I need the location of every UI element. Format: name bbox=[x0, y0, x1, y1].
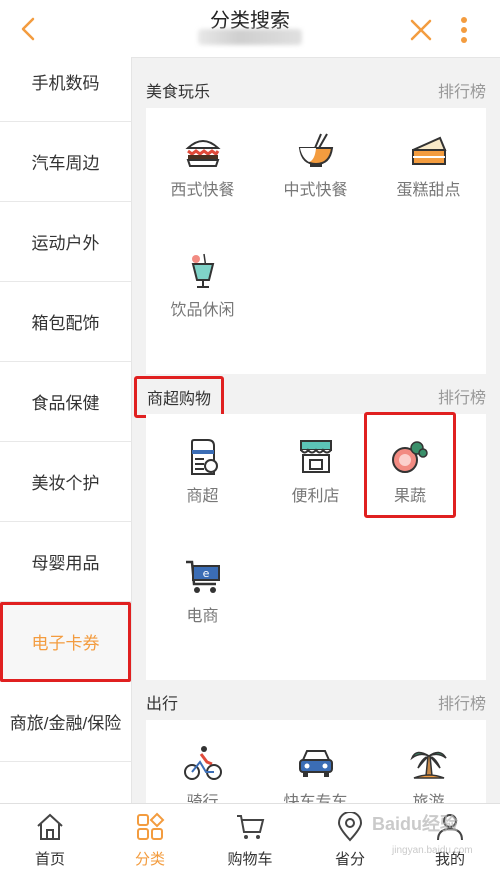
tab-label: 分类 bbox=[134, 851, 165, 868]
sidebar-item-phones[interactable]: 手机数码 bbox=[0, 42, 131, 122]
bicycle-icon bbox=[184, 746, 222, 780]
category-item-highlighted[interactable]: 果蔬 bbox=[364, 412, 456, 518]
section-title: 出行 bbox=[146, 696, 179, 713]
sidebar-item-label: 食品保健 bbox=[31, 394, 100, 413]
app-screen: { "header": { "title": "分类搜索", "back_ico… bbox=[0, 0, 500, 871]
more-vertical-icon[interactable] bbox=[454, 14, 474, 46]
section-title: 商超购物 bbox=[134, 376, 225, 418]
sidebar-item-ecards[interactable]: 电子卡券 bbox=[0, 602, 131, 682]
section-header: 美食玩乐 排行榜 bbox=[132, 66, 500, 110]
category-item[interactable]: 中式快餐 bbox=[259, 118, 372, 228]
svg-text:e: e bbox=[203, 567, 210, 580]
sidebar-item-label: 箱包配饰 bbox=[31, 314, 100, 333]
close-icon[interactable] bbox=[408, 17, 434, 43]
tab-category[interactable]: 分类 bbox=[100, 804, 200, 871]
category-label: 快车专车 bbox=[283, 794, 348, 803]
section-card: 商超 便利店 果蔬 e 电商 bbox=[146, 412, 486, 680]
ranking-link[interactable]: 排行榜 bbox=[438, 384, 486, 408]
category-icon bbox=[137, 812, 165, 840]
category-item[interactable]: 便利店 bbox=[259, 424, 372, 534]
category-label: 骑行 bbox=[186, 794, 219, 803]
sidebar-item-sports[interactable]: 运动户外 bbox=[0, 202, 131, 282]
watermark-url: jingyan.baidu.com bbox=[392, 845, 473, 856]
sidebar-item-beauty[interactable]: 美妆个护 bbox=[0, 442, 131, 522]
category-label: 蛋糕甜点 bbox=[396, 182, 461, 199]
section-title: 美食玩乐 bbox=[146, 84, 211, 101]
sidebar-item-label: 运动户外 bbox=[31, 234, 100, 253]
sidebar-item-baby[interactable]: 母婴用品 bbox=[0, 522, 131, 602]
shopping-cart-icon bbox=[237, 815, 265, 839]
tab-label: 首页 bbox=[34, 851, 65, 868]
store-icon bbox=[300, 440, 332, 473]
category-item[interactable]: 西式快餐 bbox=[146, 118, 259, 228]
category-label: 便利店 bbox=[291, 488, 340, 505]
category-label: 果蔬 bbox=[393, 488, 426, 505]
watermark: Baidu经验 bbox=[372, 814, 459, 834]
blurred-subtitle bbox=[198, 29, 302, 45]
category-label: 中式快餐 bbox=[283, 182, 348, 199]
category-item[interactable]: 旅游 bbox=[372, 730, 485, 803]
burger-icon bbox=[185, 140, 221, 167]
section-card: 西式快餐 中式快餐 蛋糕甜点 饮品休闲 bbox=[146, 108, 486, 374]
category-label: 饮品休闲 bbox=[170, 302, 235, 319]
car-icon bbox=[299, 750, 333, 777]
category-label: 旅游 bbox=[412, 794, 445, 803]
palm-tree-icon bbox=[410, 751, 447, 779]
fruit-vegetable-icon bbox=[392, 441, 428, 473]
tab-home[interactable]: 首页 bbox=[0, 804, 100, 871]
category-item[interactable]: 商超 bbox=[146, 424, 259, 534]
ranking-link[interactable]: 排行榜 bbox=[438, 690, 486, 714]
category-content: 美食玩乐 排行榜 西式快餐 中式快餐 蛋糕甜点 饮品休闲 商超购物 排行榜 商超… bbox=[132, 58, 500, 803]
section-header: 出行 排行榜 bbox=[132, 678, 500, 722]
sidebar-item-travel-finance[interactable]: 商旅/金融/保险 bbox=[0, 682, 131, 762]
section-card: 骑行 快车专车 旅游 bbox=[146, 720, 486, 803]
category-item[interactable]: 蛋糕甜点 bbox=[372, 118, 485, 228]
ranking-link[interactable]: 排行榜 bbox=[438, 78, 486, 102]
cart-icon: e bbox=[186, 560, 220, 593]
drink-icon bbox=[191, 253, 215, 288]
category-item[interactable]: 饮品休闲 bbox=[146, 238, 259, 348]
category-item[interactable]: e 电商 bbox=[146, 544, 259, 654]
category-item[interactable]: 骑行 bbox=[146, 730, 259, 803]
home-icon bbox=[37, 813, 63, 840]
location-icon bbox=[337, 812, 363, 842]
category-label: 西式快餐 bbox=[170, 182, 235, 199]
category-item[interactable]: 快车专车 bbox=[259, 730, 372, 803]
category-label: 商超 bbox=[186, 488, 219, 505]
tab-label: 购物车 bbox=[227, 851, 273, 868]
sidebar-item-label: 商旅/金融/保险 bbox=[9, 714, 122, 733]
tab-cart[interactable]: 购物车 bbox=[200, 804, 300, 871]
tab-label: 省分 bbox=[334, 851, 365, 868]
supermarket-icon bbox=[191, 439, 218, 475]
noodle-bowl-icon bbox=[298, 133, 334, 167]
sidebar-item-food[interactable]: 食品保健 bbox=[0, 362, 131, 442]
sidebar-item-auto[interactable]: 汽车周边 bbox=[0, 122, 131, 202]
category-sidebar: 手机数码 汽车周边 运动户外 箱包配饰 食品保健 美妆个护 母婴用品 电子卡券 … bbox=[0, 42, 132, 803]
section-header: 商超购物 排行榜 bbox=[132, 372, 500, 418]
cake-icon bbox=[412, 136, 447, 165]
sidebar-item-bags[interactable]: 箱包配饰 bbox=[0, 282, 131, 362]
sidebar-item-label: 汽车周边 bbox=[31, 154, 100, 173]
sidebar-item-label: 电子卡券 bbox=[31, 634, 100, 653]
category-label: 电商 bbox=[186, 608, 219, 625]
sidebar-item-label: 母婴用品 bbox=[31, 554, 100, 573]
sidebar-item-label: 手机数码 bbox=[31, 74, 100, 93]
sidebar-item-label: 美妆个护 bbox=[31, 474, 100, 493]
